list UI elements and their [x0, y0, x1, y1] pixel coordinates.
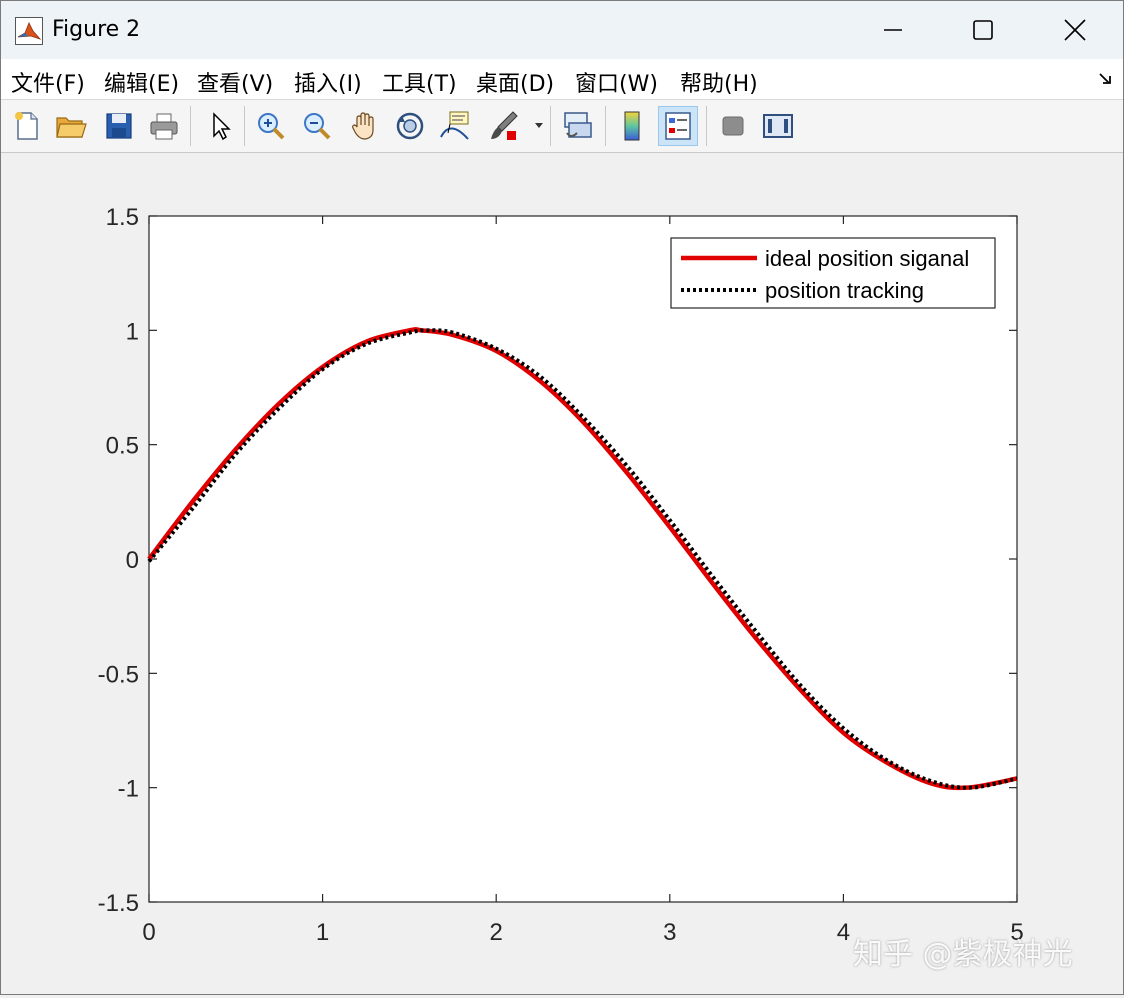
maximize-icon: [973, 20, 993, 40]
zoom-in-button[interactable]: [251, 106, 291, 146]
axes-background: [148, 215, 1018, 903]
toolbar-separator: [550, 106, 551, 146]
title-bar: Figure 2: [1, 1, 1123, 59]
figure-canvas: 0 1 2 3 4 5 1.5 1 0.5 0 -0.5 -1 -1.5 ideal position …: [1, 153, 1123, 994]
x-tick-label: 1: [316, 919, 329, 946]
show-plot-tools-button[interactable]: [758, 106, 798, 146]
save-button[interactable]: [99, 106, 139, 146]
new-figure-button[interactable]: [7, 106, 47, 146]
y-tick-label: 0.5: [106, 433, 139, 460]
brush-dropdown-icon[interactable]: [534, 120, 544, 130]
pan-button[interactable]: [344, 106, 384, 146]
edit-plot-button[interactable]: [199, 106, 239, 146]
rotate-3d-icon: [396, 112, 424, 140]
toolbar-separator: [244, 106, 245, 146]
legend[interactable]: ideal position siganal position tracking: [670, 237, 996, 309]
toolbar-separator: [706, 106, 707, 146]
y-tick-label: -1.5: [98, 890, 139, 917]
menu-insert[interactable]: 插入(I): [294, 66, 362, 98]
menu-edit[interactable]: 编辑(E): [104, 66, 179, 98]
rotate-3d-button[interactable]: [390, 106, 430, 146]
y-tick-label: -1: [118, 776, 139, 803]
print-button[interactable]: [144, 106, 184, 146]
menu-file[interactable]: 文件(F): [11, 66, 85, 98]
open-file-icon: [56, 117, 87, 138]
print-icon: [150, 113, 178, 140]
link-plot-button[interactable]: [558, 106, 598, 146]
window-title: Figure 2: [52, 17, 141, 42]
data-cursor-icon: [440, 111, 469, 140]
figure-window: Figure 2 文件(F) 编辑(E) 查看(V) 插入(I) 工具(T) 桌…: [0, 0, 1124, 995]
zoom-out-icon: [304, 113, 331, 140]
x-tick-label: 0: [142, 919, 155, 946]
line-chart[interactable]: 0 1 2 3 4 51.510.50-0.5-1-1.5 ideal position …: [1, 153, 1123, 994]
zoom-out-button[interactable]: [297, 106, 337, 146]
watermark: 知乎 @紫极神光: [853, 937, 1073, 972]
y-tick-label: 0: [126, 547, 139, 574]
menu-window[interactable]: 窗口(W): [575, 66, 658, 98]
hide-plot-tools-icon: [722, 116, 744, 136]
toolbar-separator: [190, 106, 191, 146]
new-figure-icon: [15, 112, 38, 140]
menu-bar: 文件(F) 编辑(E) 查看(V) 插入(I) 工具(T) 桌面(D) 窗口(W…: [1, 59, 1123, 100]
menu-desktop[interactable]: 桌面(D): [476, 66, 554, 98]
y-tick-label: 1.5: [106, 204, 139, 231]
toolbar-separator: [605, 106, 606, 146]
x-tick-label: 4: [837, 919, 850, 946]
maximize-button[interactable]: [939, 1, 1027, 59]
menu-view[interactable]: 查看(V): [197, 66, 273, 98]
brush-button[interactable]: [484, 106, 524, 146]
y-tick-label: -0.5: [98, 661, 139, 688]
link-plot-icon: [564, 112, 592, 138]
close-button[interactable]: [1031, 1, 1119, 59]
y-tick-label: 1: [126, 318, 139, 345]
insert-legend-button[interactable]: [658, 106, 698, 146]
open-file-button[interactable]: [51, 106, 91, 146]
minimize-button[interactable]: [849, 1, 937, 59]
show-plot-tools-icon: [763, 114, 793, 138]
insert-colorbar-button[interactable]: [612, 106, 652, 146]
insert-legend-icon: [665, 112, 691, 140]
data-cursor-button[interactable]: [435, 106, 475, 146]
menu-help[interactable]: 帮助(H): [680, 66, 758, 98]
edit-plot-arrow-icon: [213, 112, 231, 141]
close-icon: [1064, 19, 1086, 41]
matlab-icon: [15, 17, 43, 45]
hide-plot-tools-button[interactable]: [713, 106, 753, 146]
minimize-icon: [884, 29, 902, 31]
legend-label: position tracking: [765, 278, 924, 303]
brush-icon: [491, 111, 518, 140]
figure-toolbar: [1, 100, 1123, 153]
menu-tools[interactable]: 工具(T): [382, 66, 457, 98]
insert-colorbar-icon: [624, 111, 640, 141]
save-icon: [106, 113, 132, 139]
dock-arrow-icon[interactable]: [1097, 71, 1113, 87]
x-tick-label: 2: [490, 919, 503, 946]
pan-hand-icon: [352, 112, 374, 140]
legend-label: ideal position siganal: [765, 246, 969, 271]
zoom-in-icon: [258, 113, 285, 140]
x-tick-label: 3: [663, 919, 676, 946]
